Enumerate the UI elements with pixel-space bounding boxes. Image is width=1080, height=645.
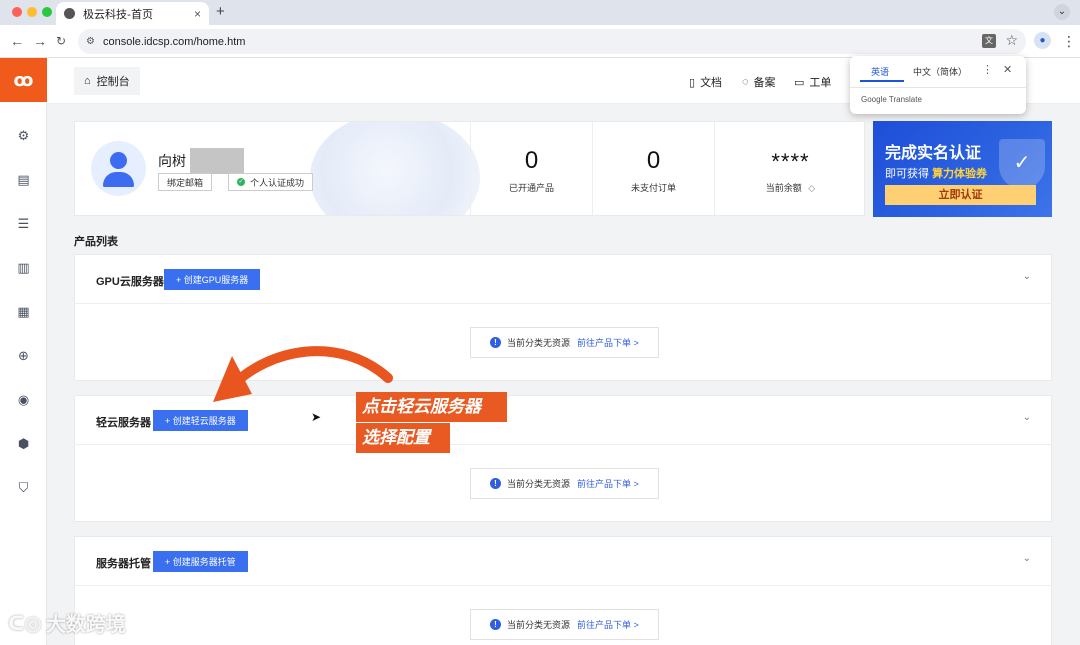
- watermark-text: 大数跨境: [45, 612, 126, 636]
- watermark-logo-icon: ᑕ◎: [8, 610, 42, 635]
- annotation-line-2: 选择配置: [356, 423, 450, 453]
- watermark: ᑕ◎ 大数跨境: [8, 608, 126, 637]
- mouse-cursor-icon: ➤: [311, 410, 322, 424]
- annotation-callout: 点击轻云服务器 选择配置: [356, 392, 507, 453]
- arrow-stroke: [227, 346, 393, 391]
- annotation-arrow: [213, 346, 393, 402]
- annotation-line-1: 点击轻云服务器: [356, 392, 507, 422]
